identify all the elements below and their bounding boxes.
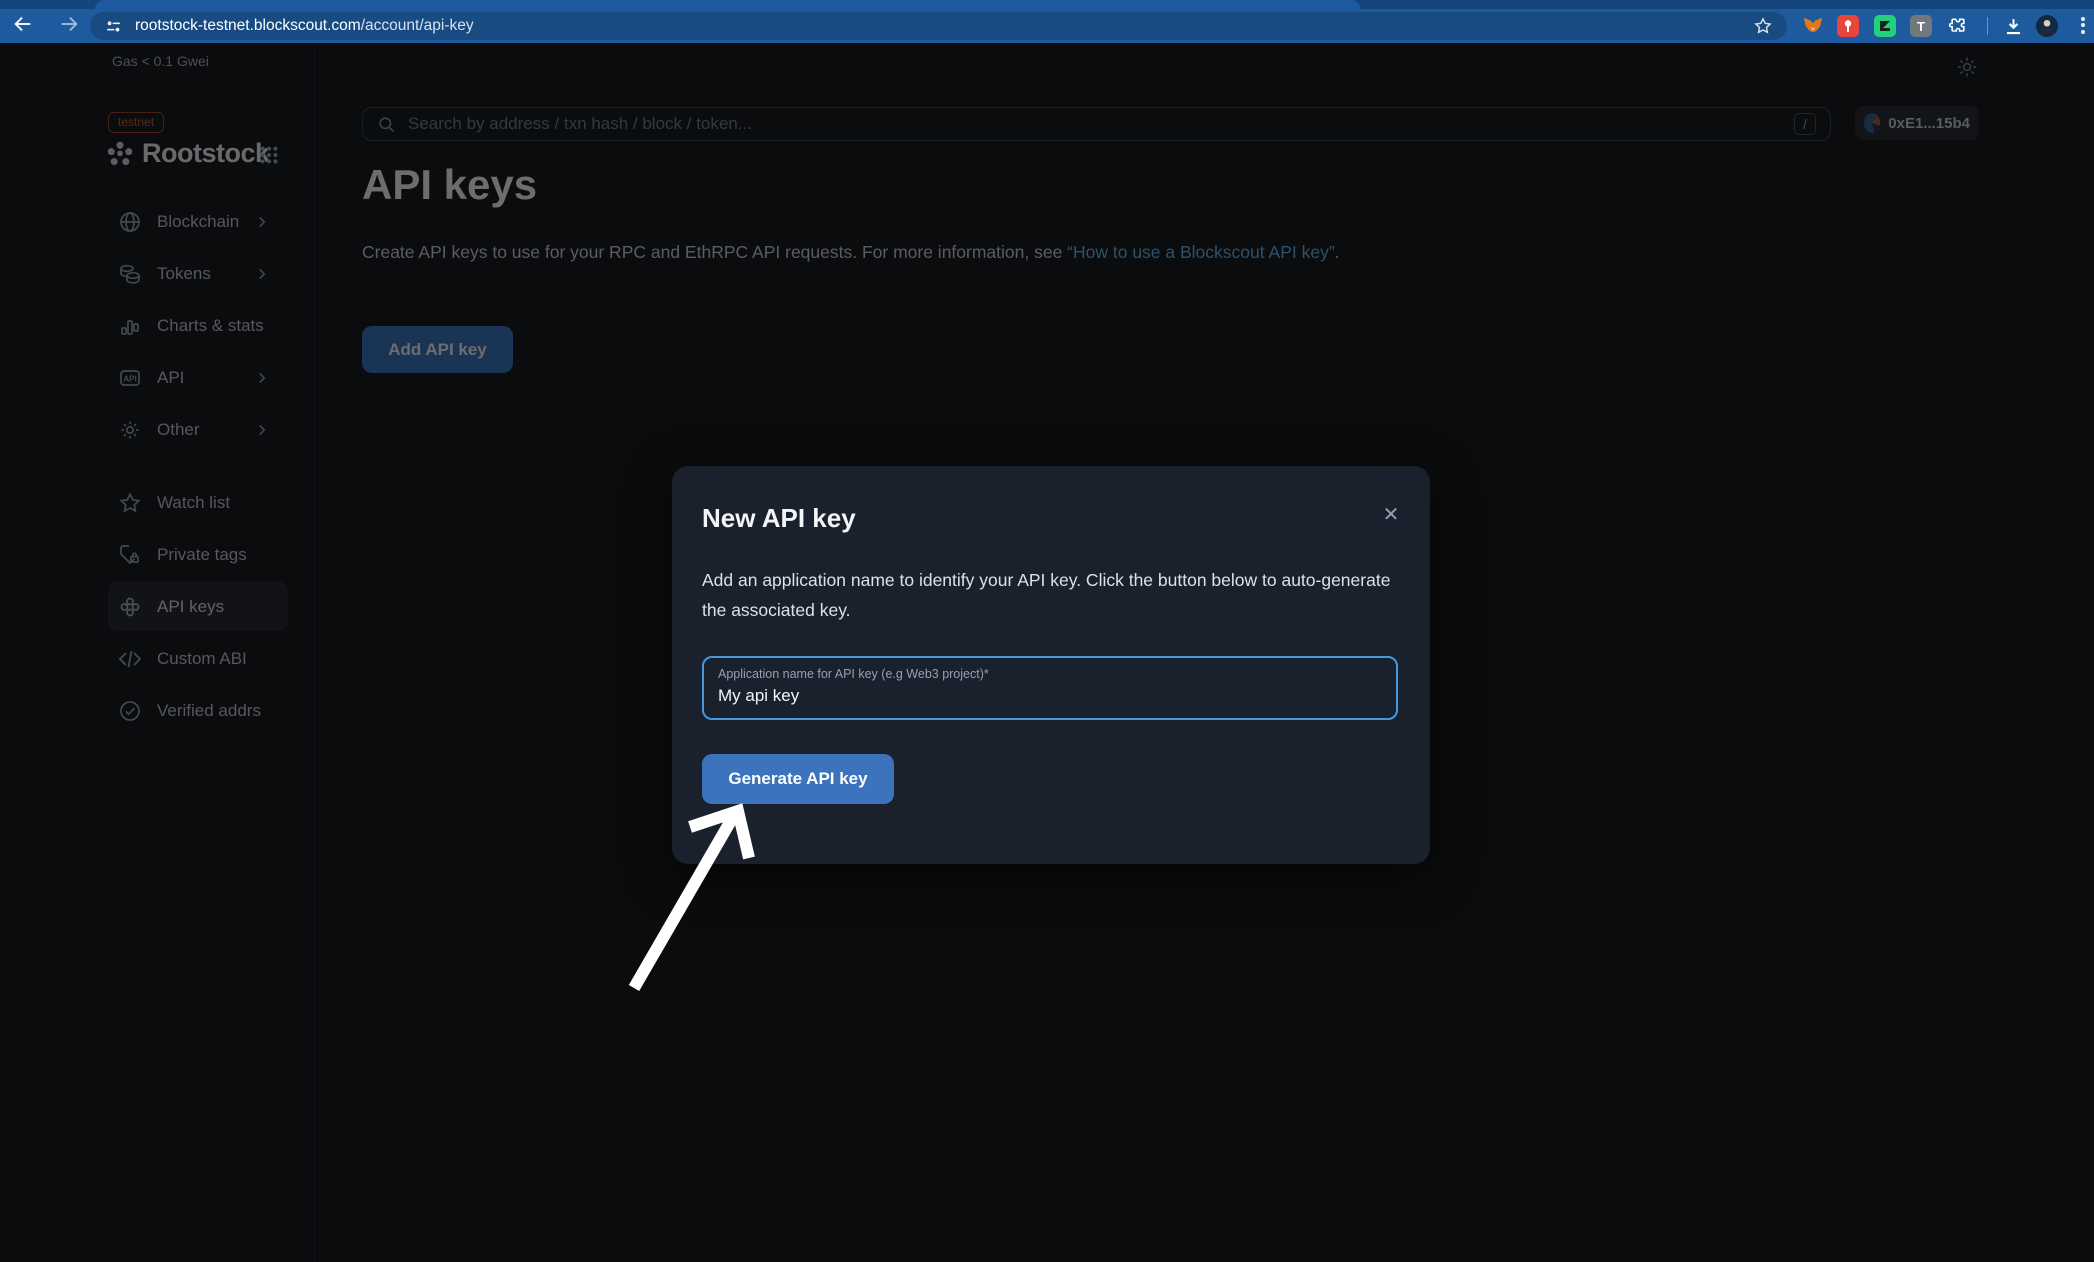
site-settings-icon[interactable] — [104, 17, 123, 36]
browser-address-bar[interactable]: rootstock-testnet.blockscout.com/account… — [90, 12, 1787, 40]
close-icon[interactable]: ✕ — [1380, 504, 1402, 526]
download-icon[interactable] — [2002, 15, 2024, 37]
browser-tab-strip — [0, 0, 2094, 9]
generate-api-key-button[interactable]: Generate API key — [702, 754, 894, 804]
modal-title: New API key — [702, 503, 856, 534]
t-extension-icon[interactable]: T — [1910, 15, 1932, 37]
browser-forward-button[interactable] — [58, 13, 80, 35]
browser-back-button[interactable] — [12, 13, 34, 35]
url-text[interactable]: rootstock-testnet.blockscout.com/account… — [135, 17, 474, 35]
bookmark-star-icon[interactable] — [1753, 16, 1773, 36]
active-tab-top — [95, 0, 1360, 9]
extensions-puzzle-icon[interactable] — [1947, 15, 1969, 37]
browser-chrome: rootstock-testnet.blockscout.com/account… — [0, 0, 2094, 43]
url-path: /account/api-key — [361, 17, 474, 34]
new-api-key-modal: New API key ✕ Add an application name to… — [672, 466, 1430, 864]
browser-profile-avatar[interactable] — [2036, 15, 2058, 37]
t-extension-glyph: T — [1917, 19, 1925, 34]
application-name-label: Application name for API key (e.g Web3 p… — [718, 667, 989, 681]
modal-description: Add an application name to identify your… — [702, 565, 1394, 625]
metamask-extension-icon[interactable] — [1802, 15, 1824, 37]
red-extension-icon[interactable] — [1837, 15, 1859, 37]
browser-menu-icon[interactable] — [2077, 14, 2089, 36]
application-name-field[interactable]: Application name for API key (e.g Web3 p… — [702, 656, 1398, 720]
url-host: rootstock-testnet.blockscout.com — [135, 17, 361, 34]
application-name-input[interactable] — [718, 686, 1368, 706]
toolbar-separator — [1987, 17, 1988, 35]
green-extension-icon[interactable] — [1874, 15, 1896, 37]
